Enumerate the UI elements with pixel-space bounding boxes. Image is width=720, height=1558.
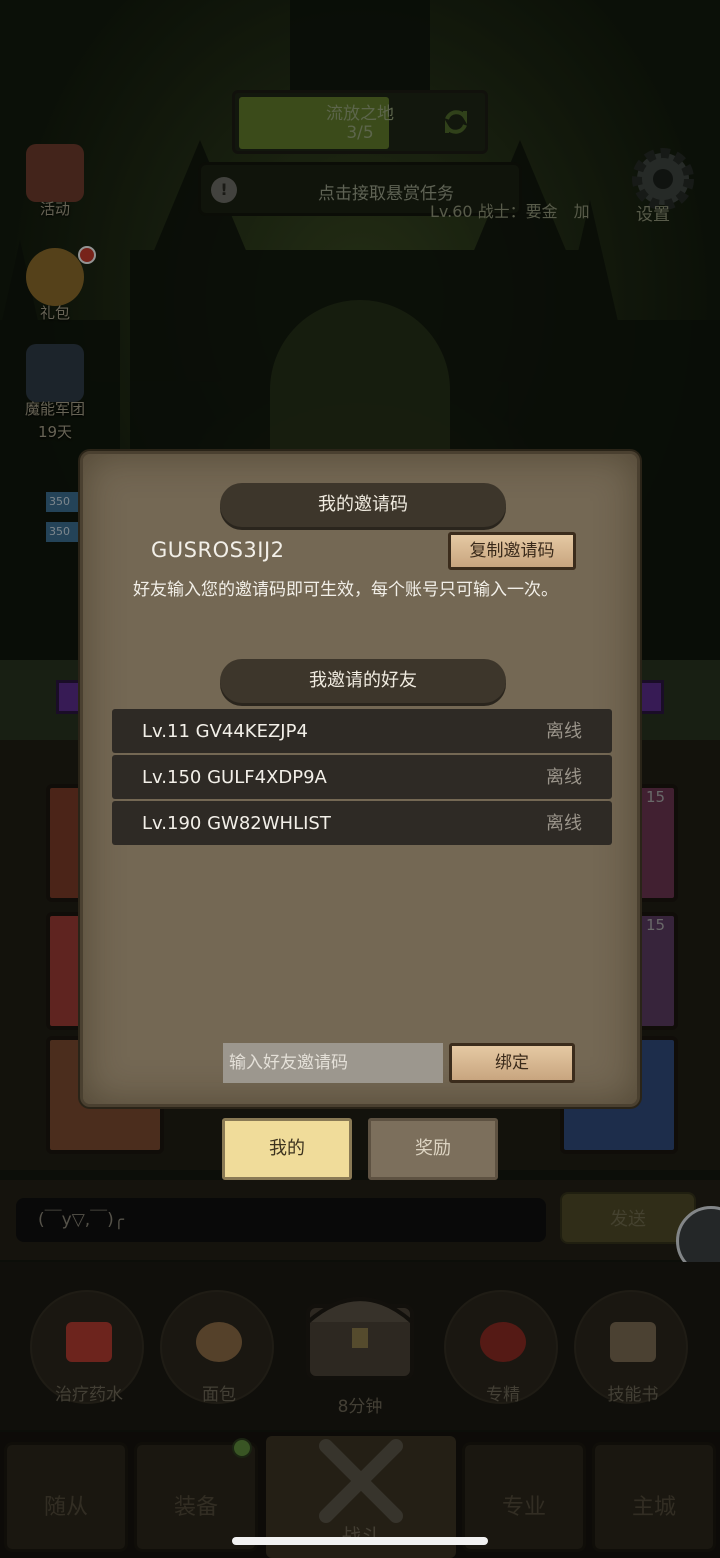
notification-dot [78,246,96,264]
bread-icon [196,1322,242,1362]
friend-name: Lv.150 GULF4XDP9A [142,767,327,788]
nav-tab-main-city[interactable]: 主城 [592,1442,716,1552]
invited-friends-header: 我邀请的好友 [220,659,506,703]
copy-invite-code-button[interactable]: 复制邀请码 [448,532,576,570]
tab-rewards[interactable]: 奖励 [368,1118,498,1180]
side-menu-label: 魔能军团 [24,400,85,418]
giftbag-icon [26,248,84,306]
friend-name: Lv.190 GW82WHLIST [142,813,331,834]
invite-description: 好友输入您的邀请码即可生效，每个账号只可输入一次。 [133,580,558,600]
friend-status: 离线 [546,767,582,788]
consumable-bread[interactable]: 面包 [160,1290,274,1405]
scroll-icon [26,144,84,202]
nav-tab-profession[interactable]: 专业 [462,1442,586,1552]
friend-invite-code-input[interactable] [223,1043,443,1083]
chat-bar: (￣y▽,￣)╭ 发送 [0,1180,720,1260]
friend-row: Lv.150 GULF4XDP9A 离线 [112,755,612,799]
consumable-label: 面包 [202,1385,236,1405]
nav-tab-followers[interactable]: 随从 [4,1442,128,1552]
treasure-chest-icon[interactable] [296,1276,424,1386]
invited-friends-list: Lv.11 GV44KEZJP4 离线 Lv.150 GULF4XDP9A 离线… [112,709,612,847]
mastery-icon [480,1322,526,1362]
friend-status: 离线 [546,813,582,834]
consumable-skillbook[interactable]: 技能书 [574,1290,688,1405]
nav-tab-label: 装备 [173,1495,218,1520]
consumable-label: 技能书 [607,1385,659,1405]
invite-code-dialog: 我的邀请码 GUSROS3IJ2 复制邀请码 好友输入您的邀请码即可生效，每个账… [80,451,640,1107]
side-menu-activity[interactable]: 活动 [10,144,100,219]
consumable-label: 治疗药水 [55,1385,123,1405]
home-indicator[interactable] [232,1537,488,1545]
consumable-health-potion[interactable]: 治疗药水 [30,1290,144,1405]
card-count: 15 [646,788,666,806]
side-menu-legion[interactable]: 魔能军团 19天 [10,344,100,442]
nav-tab-label: 专业 [501,1495,546,1520]
my-invite-code-header: 我的邀请码 [220,483,506,527]
crossed-swords-icon [319,1439,403,1523]
side-menu-label: 活动 [39,200,70,218]
nav-tab-label: 随从 [43,1495,88,1520]
alert-icon: ! [211,177,237,203]
stage-banner[interactable]: 流放之地 3/5 [232,90,488,154]
side-menu-timer: 19天 [37,423,73,441]
potion-icon [66,1322,112,1362]
skillbook-icon [610,1322,656,1362]
friend-row: Lv.11 GV44KEZJP4 离线 [112,709,612,753]
nav-tab-label: 主城 [631,1495,676,1520]
card-count: 15 [646,916,666,934]
nav-tab-equipment[interactable]: 装备 [134,1442,258,1552]
consumable-label: 专精 [486,1385,520,1405]
settings-label: 设置 [636,205,670,225]
tab-my-invite[interactable]: 我的 [222,1118,352,1180]
chat-input[interactable]: (￣y▽,￣)╭ [16,1198,546,1242]
invite-code-value: GUSROS3IJ2 [151,538,285,562]
notification-dot [232,1438,252,1458]
refresh-icon[interactable] [441,107,471,137]
side-menu-label: 礼包 [39,304,70,322]
chest-timer: 8分钟 [337,1397,383,1417]
consumable-mastery[interactable]: 专精 [444,1290,558,1405]
friend-status: 离线 [546,721,582,742]
legion-icon [26,344,84,402]
friend-name: Lv.11 GV44KEZJP4 [142,721,308,742]
player-info: Lv.60 战士：要金 加 [430,202,590,221]
friend-row: Lv.190 GW82WHLIST 离线 [112,801,612,845]
bind-button[interactable]: 绑定 [449,1043,575,1083]
